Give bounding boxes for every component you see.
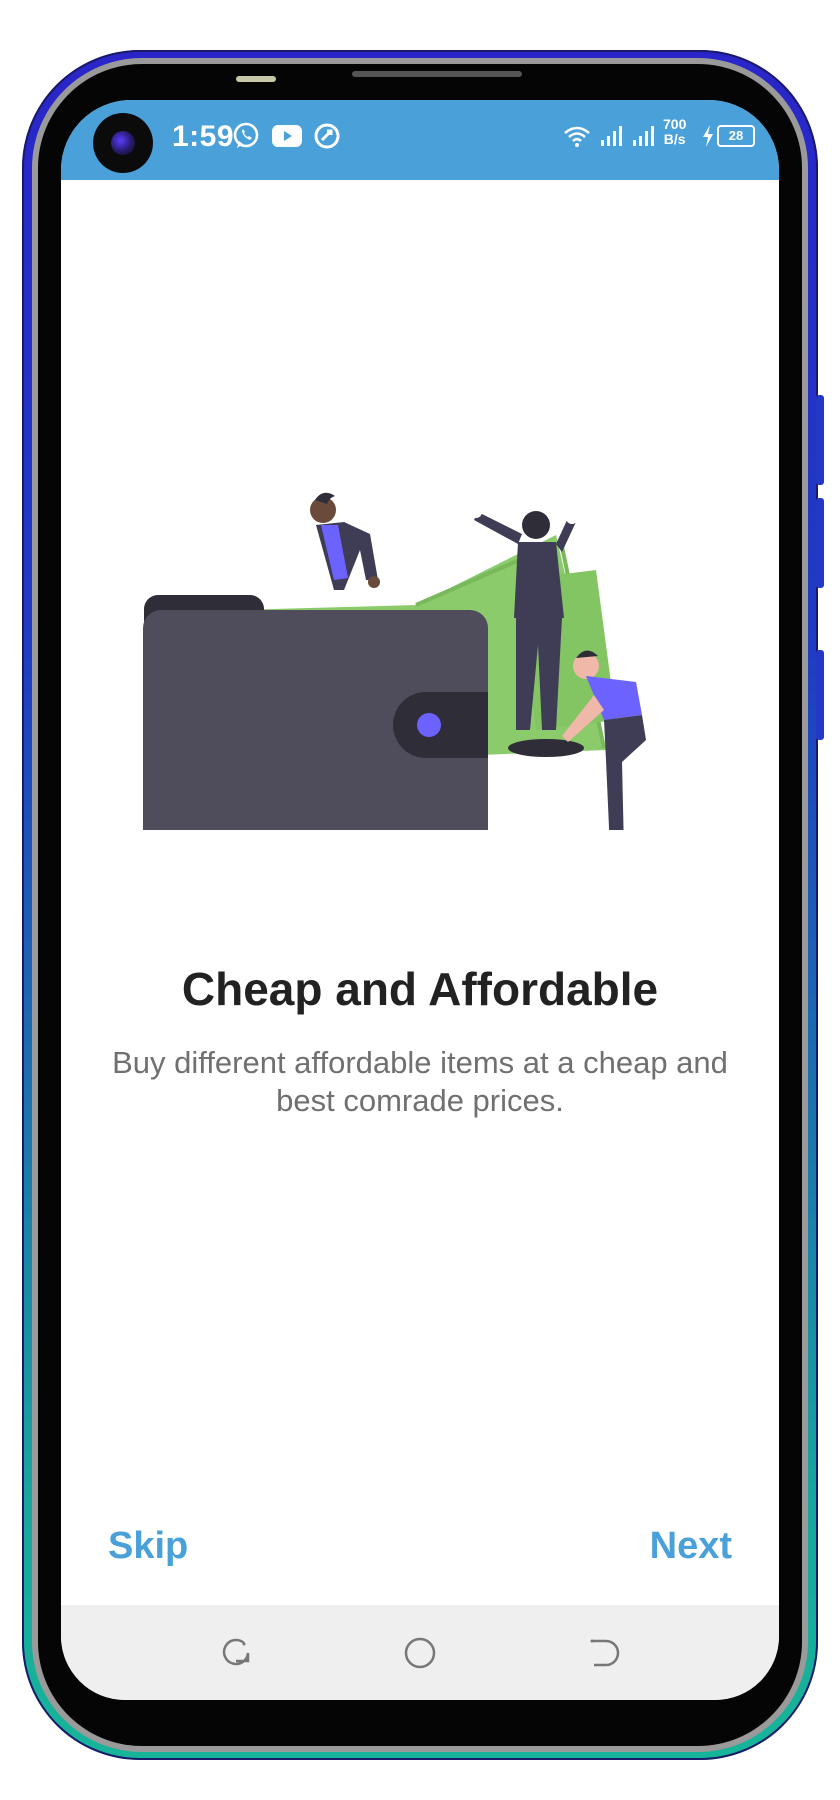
back-icon[interactable]	[586, 1635, 622, 1671]
volume-down-button	[816, 498, 824, 588]
vpn-icon	[312, 120, 342, 152]
signal-icon	[631, 120, 659, 152]
onboarding-description: Buy different affordable items at a chea…	[112, 1045, 728, 1118]
front-camera	[93, 113, 153, 173]
home-icon[interactable]	[402, 1635, 438, 1671]
network-speed: 700 B/s	[663, 117, 686, 147]
onboarding-title: Cheap and Affordable	[181, 963, 659, 1015]
skip-button[interactable]: Skip	[108, 1525, 188, 1568]
whatsapp-icon	[231, 120, 261, 152]
recent-apps-icon[interactable]	[218, 1635, 254, 1671]
network-speed-unit: B/s	[663, 131, 686, 147]
signal-icon	[599, 120, 627, 152]
network-speed-value: 700	[663, 116, 687, 132]
proximity-sensor	[236, 76, 276, 82]
wifi-icon	[563, 120, 591, 152]
wallet-money-illustration	[116, 430, 736, 858]
next-button[interactable]: Next	[650, 1525, 732, 1568]
power-button	[816, 650, 824, 740]
status-time: 1:59	[172, 120, 235, 153]
app-screen: 1:59 700 B/s 28 Cheap and Affordable Buy…	[61, 100, 779, 1700]
youtube-icon	[271, 120, 303, 152]
charging-icon	[701, 120, 715, 152]
status-bar: 1:59 700 B/s 28	[61, 100, 779, 180]
earpiece-speaker	[352, 71, 522, 77]
battery-indicator: 28	[717, 125, 755, 147]
volume-up-button	[816, 395, 824, 485]
system-nav-bar	[61, 1605, 779, 1700]
